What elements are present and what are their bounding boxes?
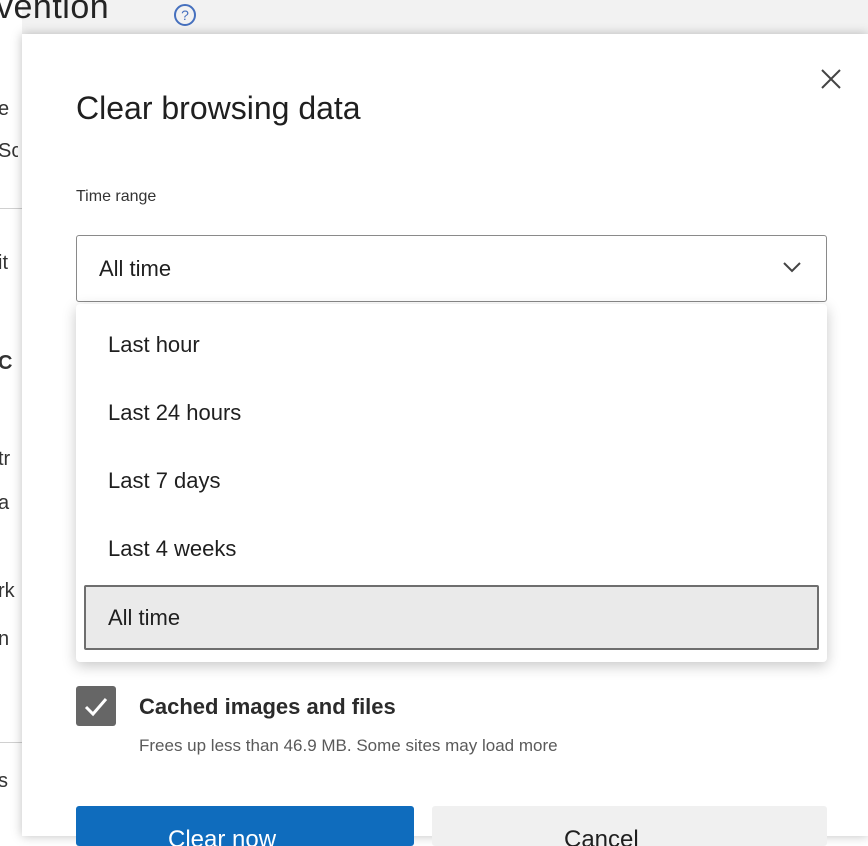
cancel-label: Cancel — [564, 826, 639, 846]
option-all-time[interactable]: All time — [84, 585, 819, 650]
option-last-hour[interactable]: Last hour — [76, 316, 827, 376]
background-divider — [0, 208, 22, 209]
background-text-fragment: rk — [0, 580, 15, 602]
close-button[interactable] — [816, 64, 846, 94]
time-range-label: Time range — [76, 188, 157, 205]
checkmark-icon — [84, 698, 108, 717]
background-text-fragment: Sc — [0, 140, 18, 162]
option-last-7-days[interactable]: Last 7 days — [76, 452, 827, 512]
time-range-select[interactable]: All time — [76, 235, 827, 302]
background-divider — [0, 742, 22, 743]
cancel-button[interactable]: Cancel — [432, 806, 827, 846]
time-range-selected-value: All time — [99, 256, 172, 281]
background-text-fragment: s — [0, 770, 8, 792]
close-icon — [821, 69, 841, 89]
modal-backdrop — [22, 0, 868, 34]
background-text-fragment: a — [0, 492, 10, 514]
option-label: All time — [108, 605, 181, 630]
option-last-4-weeks[interactable]: Last 4 weeks — [76, 520, 827, 580]
option-label: Last 4 weeks — [108, 536, 237, 561]
option-label: Last 7 days — [108, 468, 221, 493]
clear-now-label: Clear now — [168, 826, 277, 846]
time-range-dropdown: Last hour Last 24 hours Last 7 days Last… — [76, 304, 827, 662]
cached-images-description: Frees up less than 46.9 MB. Some sites m… — [139, 736, 558, 755]
background-text-fragment: C — [0, 352, 13, 374]
option-label: Last hour — [108, 332, 200, 357]
dialog-title: Clear browsing data — [76, 90, 361, 126]
option-label: Last 24 hours — [108, 400, 242, 425]
chevron-down-icon — [783, 262, 801, 273]
background-text-fragment: tr — [0, 448, 11, 470]
background-text-fragment: it — [0, 252, 8, 274]
option-last-24-hours[interactable]: Last 24 hours — [76, 384, 827, 444]
background-text-fragment: e — [0, 98, 10, 120]
cached-images-label: Cached images and files — [139, 694, 396, 719]
background-text-fragment: n — [0, 628, 10, 650]
clear-now-button[interactable]: Clear now — [76, 806, 414, 846]
cached-images-checkbox[interactable] — [76, 686, 116, 726]
